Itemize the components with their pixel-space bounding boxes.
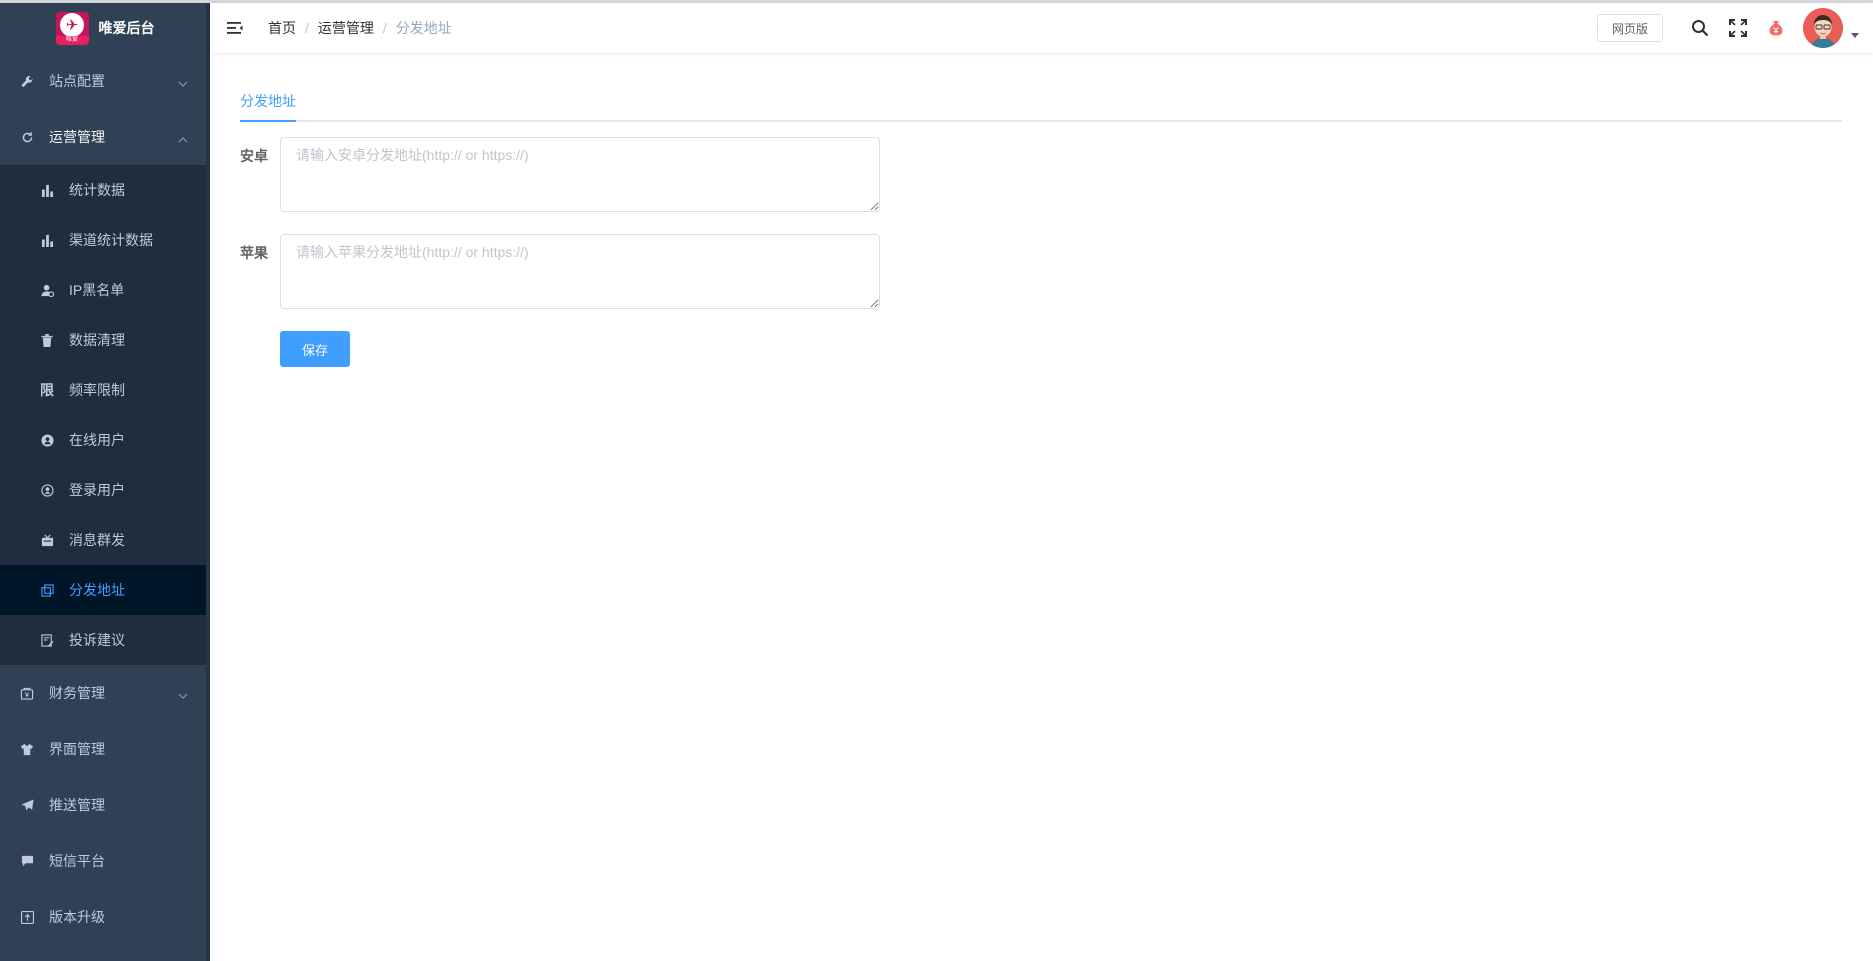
caret-down-icon: [1851, 32, 1859, 38]
sidebar-item-label: 财务管理: [49, 685, 105, 701]
breadcrumb-operations[interactable]: 运营管理: [318, 18, 374, 38]
breadcrumb-separator: /: [382, 20, 387, 36]
sidebar-item-label: 统计数据: [69, 182, 125, 198]
sidebar-item-label: 运营管理: [49, 129, 105, 145]
sidebar-logo[interactable]: ✈ 唯爱 唯爱后台: [0, 3, 210, 53]
sidebar-item-push[interactable]: 推送管理: [0, 777, 210, 833]
sidebar-item-feedback[interactable]: 投诉建议: [0, 615, 210, 665]
sidebar-item-login-users[interactable]: 登录用户: [0, 465, 210, 515]
sidebar-item-statistics[interactable]: 统计数据: [0, 165, 210, 215]
save-button[interactable]: 保存: [280, 331, 350, 367]
main-content: 分发地址 安卓 苹果 保存: [240, 90, 1842, 367]
sidebar-item-label: 站点配置: [49, 73, 105, 89]
sidebar-item-label: 登录用户: [69, 482, 125, 498]
sidebar-item-data-cleanup[interactable]: 数据清理: [0, 315, 210, 365]
sidebar-item-distribution-address[interactable]: 分发地址: [0, 565, 210, 615]
tab-distribution-address[interactable]: 分发地址: [240, 90, 296, 122]
tabs: 分发地址: [240, 90, 1842, 122]
sidebar-item-interface[interactable]: 界面管理: [0, 721, 210, 777]
sidebar-item-online-users[interactable]: 在线用户: [0, 415, 210, 465]
breadcrumb-separator: /: [305, 20, 309, 36]
chevron-down-icon: [178, 76, 188, 92]
sidebar-item-label: 投诉建议: [69, 632, 125, 648]
sidebar-item-label: 数据清理: [69, 332, 125, 348]
sidebar-item-label: 推送管理: [49, 797, 105, 813]
sidebar-item-label: 消息群发: [69, 532, 125, 548]
bar-chart-icon: [40, 234, 54, 247]
search-icon: [1692, 20, 1709, 37]
fullscreen-button[interactable]: [1719, 3, 1757, 53]
user-menu[interactable]: [1803, 8, 1859, 48]
android-label: 安卓: [240, 148, 268, 164]
search-button[interactable]: [1681, 3, 1719, 53]
sidebar-item-sms[interactable]: 短信平台: [0, 833, 210, 889]
sidebar-item-rate-limit[interactable]: 限 频率限制: [0, 365, 210, 415]
tab-active-bar: [240, 120, 296, 122]
limit-char-icon: 限: [40, 382, 54, 398]
sidebar-item-operations[interactable]: 运营管理: [0, 109, 210, 165]
money-bag-icon: [1769, 21, 1783, 36]
sidebar-item-label: 版本升级: [49, 909, 105, 925]
shirt-icon: [20, 743, 34, 756]
ios-url-input[interactable]: [280, 234, 880, 309]
app-title: 唯爱后台: [98, 20, 155, 36]
trash-icon: [40, 333, 54, 347]
menu-fold-icon: [227, 22, 243, 34]
sidebar-item-label: 界面管理: [49, 741, 105, 757]
share-icon: [40, 583, 54, 597]
sidebar-item-label: 频率限制: [69, 382, 125, 398]
login-user-icon: [40, 483, 54, 497]
sidebar-item-site-config[interactable]: 站点配置: [0, 53, 210, 109]
message-icon: [40, 534, 54, 547]
upgrade-icon: [20, 910, 34, 924]
sidebar-item-label: 在线用户: [69, 432, 125, 448]
operations-submenu: 统计数据 渠道统计数据 IP黑名单 数据清理 限 频率限制 在线用户 登录用户 …: [0, 165, 210, 665]
logo-icon: ✈ 唯爱: [55, 11, 89, 45]
avatar: [1803, 8, 1843, 48]
sidebar-item-channel-statistics[interactable]: 渠道统计数据: [0, 215, 210, 265]
navbar: 首页 / 运营管理 / 分发地址 网页版: [210, 3, 1873, 53]
sidebar-item-label: IP黑名单: [69, 282, 125, 298]
user-block-icon: [40, 284, 54, 297]
android-row: 安卓: [240, 137, 880, 212]
ios-label: 苹果: [240, 245, 268, 261]
breadcrumb: 首页 / 运营管理 / 分发地址: [268, 18, 452, 38]
sidebar-item-finance[interactable]: 财务管理: [0, 665, 210, 721]
bar-chart-icon: [40, 184, 54, 197]
sidebar-item-broadcast[interactable]: 消息群发: [0, 515, 210, 565]
navbar-right: 网页版: [1596, 3, 1873, 53]
wallet-icon: [20, 687, 34, 700]
web-version-button[interactable]: 网页版: [1596, 14, 1663, 42]
sidebar: ✈ 唯爱 唯爱后台 站点配置 运营管理 统计数据 渠道统计数据 IP黑名单 数据…: [0, 3, 210, 961]
sidebar-item-upgrade[interactable]: 版本升级: [0, 889, 210, 945]
fullscreen-icon: [1729, 19, 1747, 37]
online-user-icon: [40, 433, 54, 447]
chevron-up-icon: [178, 132, 188, 148]
ios-row: 苹果: [240, 234, 880, 309]
sidebar-item-label: 渠道统计数据: [69, 232, 153, 248]
sidebar-item-ip-blacklist[interactable]: IP黑名单: [0, 265, 210, 315]
sidebar-item-label: 短信平台: [49, 853, 105, 869]
hamburger-toggle[interactable]: [210, 3, 260, 53]
chevron-down-icon: [178, 688, 188, 704]
money-bag-button[interactable]: [1757, 3, 1795, 53]
chat-icon: [20, 855, 34, 867]
send-icon: [20, 798, 34, 812]
breadcrumb-current: 分发地址: [395, 20, 452, 36]
android-url-input[interactable]: [280, 137, 880, 212]
feedback-icon: [40, 633, 54, 647]
wrench-icon: [20, 75, 34, 88]
refresh-icon: [20, 131, 34, 144]
sidebar-item-label: 分发地址: [69, 582, 125, 598]
breadcrumb-home[interactable]: 首页: [268, 18, 296, 38]
